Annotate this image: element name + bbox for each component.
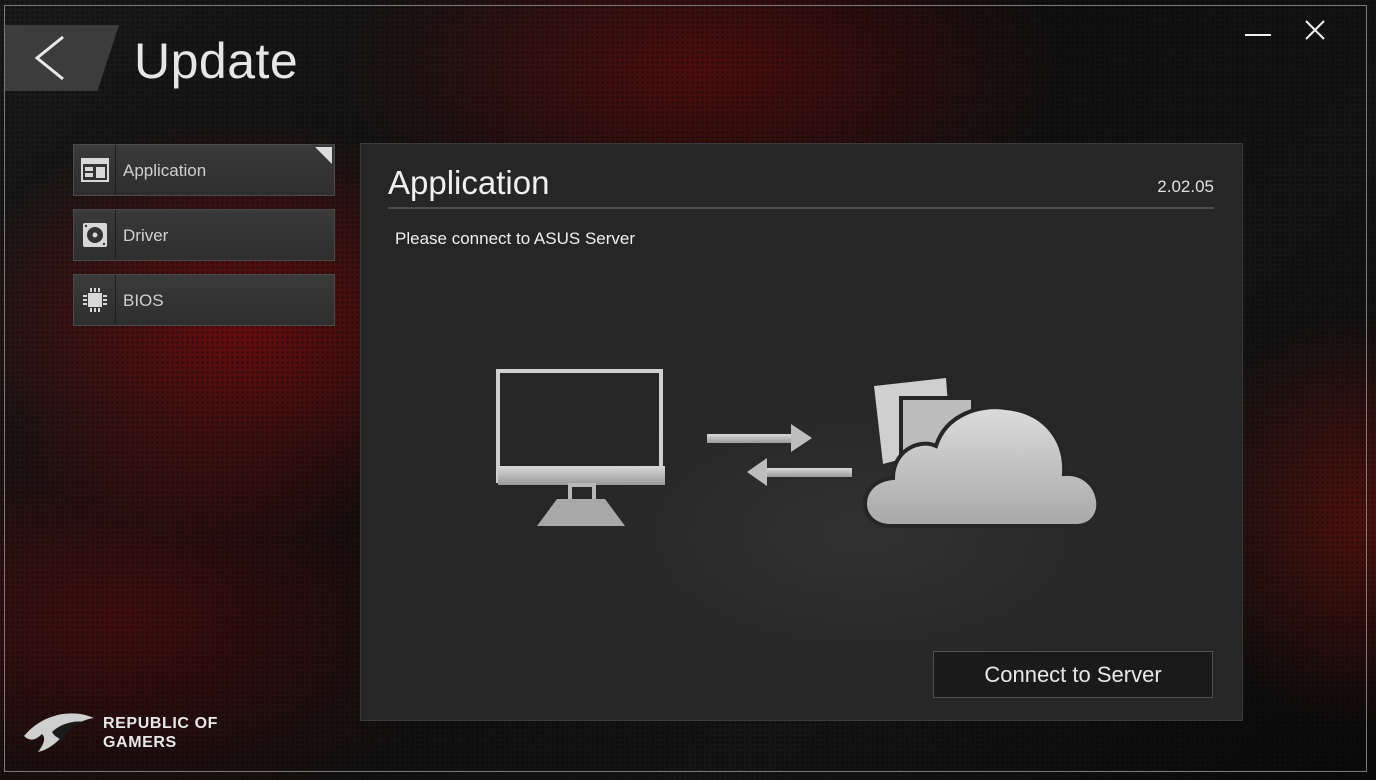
panel-title: Application — [388, 164, 550, 201]
sidebar-item-label: Driver — [123, 226, 169, 245]
monitor-icon — [496, 369, 665, 526]
connection-illustration — [496, 369, 1101, 528]
page-title: Update — [134, 33, 299, 89]
rog-eye-logo — [24, 713, 94, 752]
brand-text: REPUBLIC OF GAMERS — [103, 714, 218, 752]
divider — [388, 207, 1214, 209]
connect-to-server-button[interactable]: Connect to Server — [933, 651, 1213, 698]
brand-line-1: REPUBLIC OF — [103, 715, 219, 732]
application-panel: Application 2.02.05 Please connect to AS… — [360, 143, 1243, 721]
selected-corner-indicator — [315, 147, 332, 164]
sidebar-item-label: Application — [123, 161, 207, 180]
minimize-button[interactable] — [1243, 18, 1273, 44]
chevron-left-icon — [34, 35, 64, 81]
sidebar-item-application[interactable]: Application — [73, 144, 335, 196]
cloud-files-icon — [863, 378, 1101, 528]
version-label: 2.02.05 — [1157, 177, 1214, 196]
application-window-icon — [80, 158, 109, 182]
sidebar-item-driver[interactable]: Driver — [73, 209, 335, 261]
disc-drive-icon — [82, 223, 107, 247]
transfer-arrows-icon — [707, 424, 852, 486]
brand-line-2: GAMERS — [103, 734, 177, 751]
sidebar-item-bios[interactable]: BIOS — [73, 274, 335, 326]
close-button[interactable] — [1300, 18, 1330, 44]
chip-icon — [82, 288, 107, 312]
sidebar-item-label: BIOS — [123, 291, 164, 310]
close-icon — [1305, 20, 1325, 40]
minimize-icon — [1245, 34, 1271, 36]
status-message: Please connect to ASUS Server — [395, 229, 636, 248]
